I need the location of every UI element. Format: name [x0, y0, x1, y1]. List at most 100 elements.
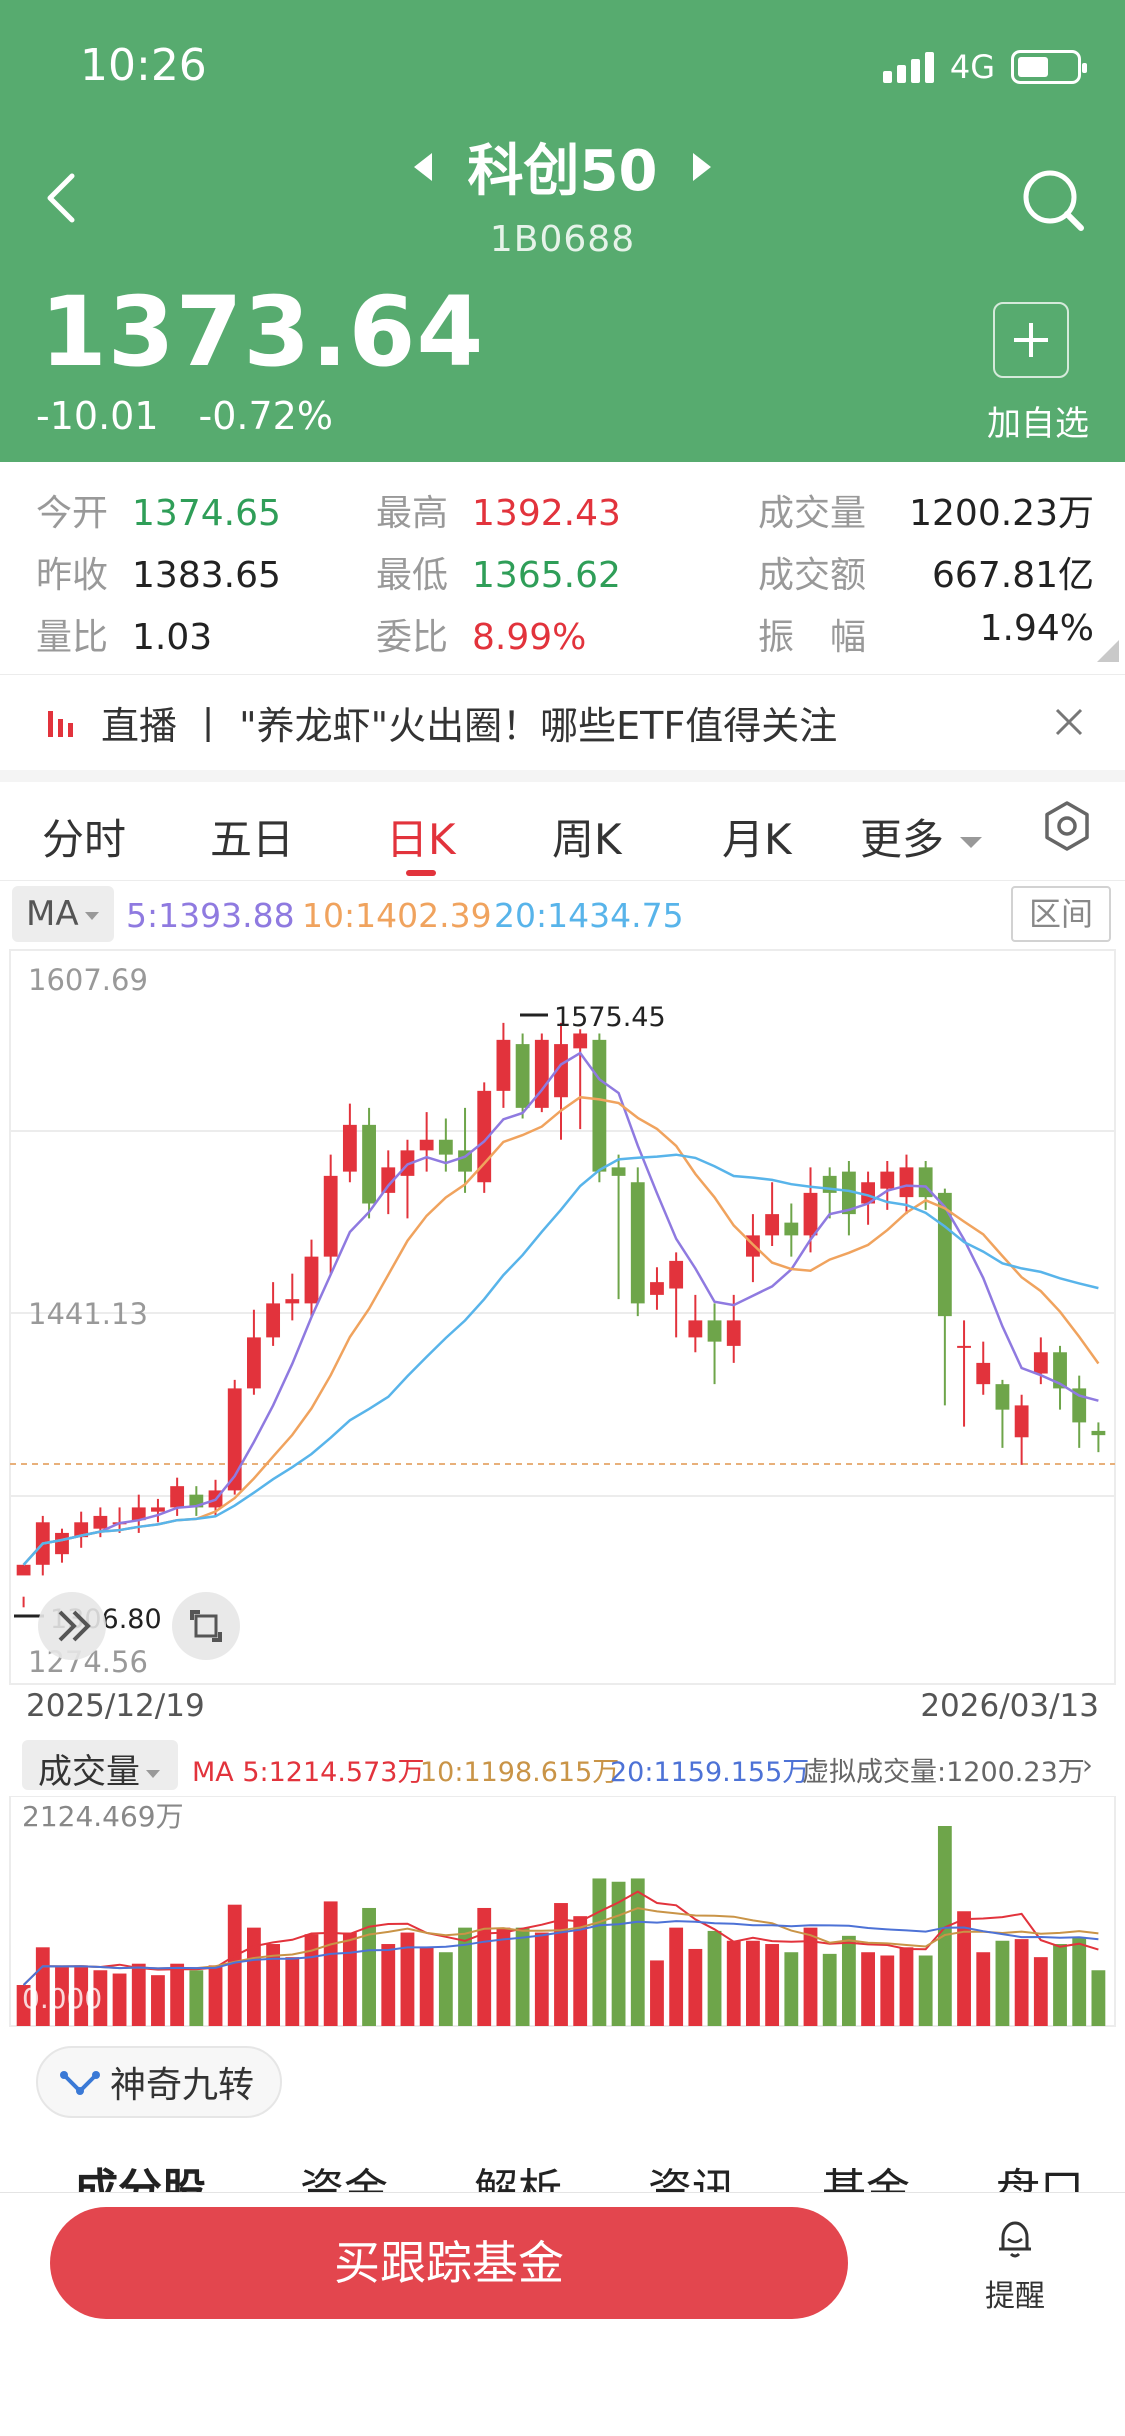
volume-selector[interactable]: 成交量 [22, 1740, 178, 1792]
volume-bar [592, 1878, 607, 2026]
volume-bar [208, 1965, 223, 2026]
candle-body [688, 1320, 703, 1338]
page-title: 科创50 [467, 139, 658, 204]
chevron-right-icon[interactable]: › [1082, 1750, 1093, 1781]
current-price: 1373.64 [40, 276, 485, 388]
candle-body [592, 1039, 607, 1172]
ma5-value: 5:1393.88 [126, 896, 295, 935]
tab-funds[interactable]: 基金 [822, 2154, 910, 2192]
tab-more-label: 更多 [860, 815, 945, 864]
dropdown-icon [146, 1769, 160, 1778]
volume-bar [976, 1952, 991, 2026]
active-tab-indicator [406, 870, 436, 876]
volume-bar [131, 1963, 146, 2026]
range-button[interactable]: 区间 [1011, 886, 1111, 942]
tab-constituents[interactable]: 成分股 [74, 2154, 206, 2192]
search-icon[interactable] [1019, 166, 1089, 236]
chart-rewind-icon[interactable] [38, 1592, 106, 1660]
volume-bar [765, 1944, 780, 2026]
volume-y-top-label: 2124.469万 [22, 1800, 184, 1833]
section-gap [0, 770, 1125, 782]
volume-bar [170, 1963, 185, 2026]
close-icon[interactable] [1051, 704, 1087, 740]
volume-bar [784, 1952, 799, 2026]
volume-bar [995, 1940, 1010, 2026]
settings-hexagon-icon[interactable] [1041, 800, 1093, 852]
tab-analysis[interactable]: 解析 [474, 2154, 562, 2192]
start-date: 2025/12/19 [26, 1688, 205, 1724]
y-axis-mid-label: 1441.13 [28, 1297, 148, 1331]
volume-ma10: 10:1198.615万 [420, 1757, 620, 1788]
candle-body [995, 1384, 1010, 1410]
title-block: 科创50 1B0688 [0, 126, 1125, 260]
ma20-value: 20:1434.75 [494, 896, 684, 935]
kline-chart[interactable]: 1607.69 1441.13 1274.56 1575.45 1306.80 [0, 948, 1125, 1688]
volume-bar [1014, 1939, 1029, 2026]
volume-legend: 成交量 MA 5:1214.573万 10:1198.615万 20:1159.… [0, 1736, 1125, 1796]
prev-stock-arrow-icon[interactable] [413, 152, 432, 181]
candle-body [1091, 1430, 1106, 1436]
live-banner[interactable]: 直播 丨 "养龙虾"火出圈！哪些ETF值得关注 [0, 676, 1125, 768]
indicator-selector-label: MA [26, 894, 79, 934]
dropdown-icon [84, 911, 99, 920]
expand-corner-icon[interactable] [1097, 640, 1119, 662]
add-watchlist-label[interactable]: 加自选 [987, 396, 1089, 445]
indicator-selector[interactable]: MA [12, 886, 114, 942]
remind-button[interactable]: 提醒 [970, 2217, 1060, 2315]
candle-body [1033, 1352, 1048, 1374]
volume-bar [573, 1916, 588, 2026]
volume-bar [477, 1907, 492, 2026]
candle-body [304, 1256, 319, 1304]
tab-monthly-k[interactable]: 月K [722, 806, 792, 867]
volume-bar [822, 1953, 837, 2026]
candle-body [765, 1214, 780, 1236]
tab-five-day[interactable]: 五日 [210, 806, 294, 867]
candle-body [16, 1564, 31, 1576]
tab-funds-flow[interactable]: 资金 [300, 2154, 388, 2192]
add-watchlist-button[interactable] [993, 302, 1069, 378]
volume-bar [534, 1932, 549, 2026]
volume-bar [247, 1927, 261, 2026]
tab-timeshare[interactable]: 分时 [42, 806, 126, 867]
live-banner-text[interactable]: 直播 丨 "养龙虾"火出圈！哪些ETF值得关注 [101, 695, 837, 750]
candle-body [285, 1299, 300, 1304]
volume-svg[interactable]: 2124.469万 0.000 [0, 1796, 1125, 2028]
quote-stats: 今开 1374.65 昨收 1383.65 量比 1.03 最高 1392.43 最低 1… [0, 472, 1125, 672]
live-bars-icon [48, 707, 73, 737]
volume-bar [189, 1970, 204, 2026]
volume-bar [1091, 1970, 1106, 2026]
volume-ma20: 20:1159.155万 [610, 1757, 810, 1788]
stat-turnover-amount: 成交额 667.81亿 [758, 555, 1094, 596]
buy-tracking-fund-button[interactable]: 买跟踪基金 [50, 2207, 848, 2319]
magic-nine-turn-button[interactable]: 神奇九转 [36, 2046, 283, 2118]
quote-header: 10:26 4G 科创50 1B0688 1373.64 -10.01 -0.7… [0, 0, 1125, 462]
tab-news[interactable]: 资讯 [648, 2154, 736, 2192]
change-value: -10.01 [36, 394, 159, 438]
price-change: -10.01 -0.72% [36, 394, 333, 438]
fullscreen-icon[interactable] [172, 1592, 240, 1660]
ma10-value: 10:1402.39 [302, 896, 492, 935]
stat-prev-close: 昨收 1383.65 [36, 555, 281, 596]
candle-body [342, 1124, 357, 1172]
network-type: 4G [949, 48, 995, 86]
volume-bar [323, 1901, 338, 2026]
tab-more[interactable]: 更多 [860, 806, 983, 867]
volume-bar [419, 1947, 434, 2026]
next-stock-arrow-icon[interactable] [693, 152, 712, 181]
candle-body [93, 1515, 108, 1529]
stat-turnover-volume: 成交量 1200.23万 [758, 493, 1094, 534]
virtual-volume[interactable]: 虚拟成交量:1200.23万 [802, 1750, 1085, 1789]
tab-daily-k[interactable]: 日K [386, 806, 456, 867]
volume-chart[interactable]: 2124.469万 0.000 [0, 1796, 1125, 2028]
ma20-line [22, 1153, 1099, 1566]
kline-svg[interactable]: 1607.69 1441.13 1274.56 1575.45 1306.80 [0, 948, 1125, 1688]
volume-bar [304, 1934, 319, 2026]
period-tabs: 分时 五日 日K 周K 月K 更多 [0, 784, 1125, 880]
volume-bar [227, 1904, 242, 2026]
tab-weekly-k[interactable]: 周K [552, 806, 622, 867]
volume-bar [151, 1975, 165, 2026]
volume-bar [112, 1973, 127, 2026]
candle-body [784, 1222, 799, 1236]
ma-legend: MA 5:1393.88 10:1402.39 20:1434.75 区间 [0, 880, 1125, 948]
tab-order-book[interactable]: 盘口 [996, 2154, 1084, 2192]
